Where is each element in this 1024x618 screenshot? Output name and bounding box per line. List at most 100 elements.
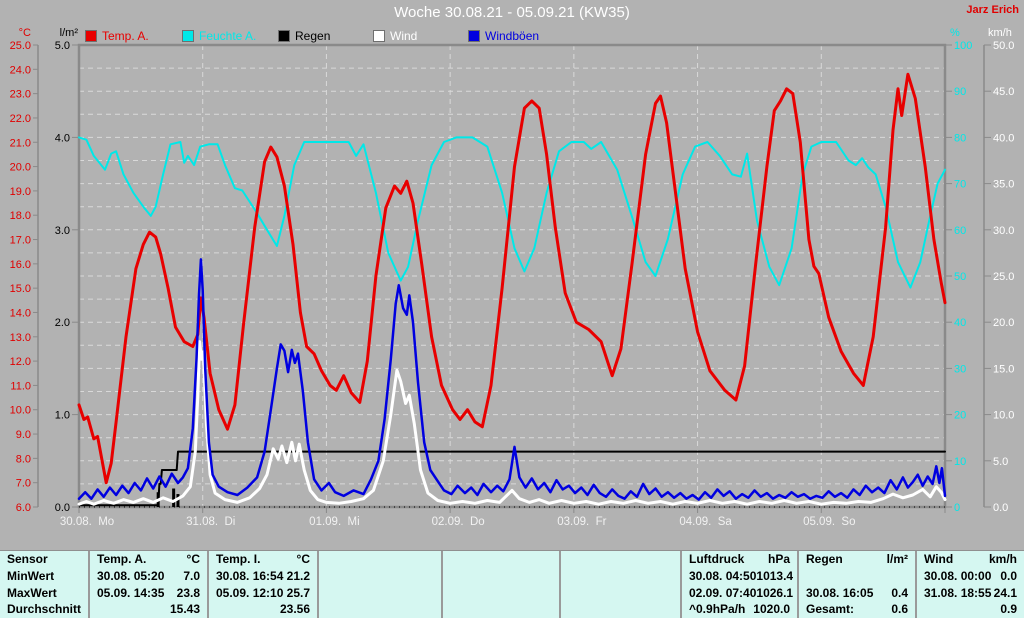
table-cell: 0.9 (917, 601, 1024, 618)
table-cell: 30.08. 05:20 7.0 (90, 568, 207, 585)
cell-value: 23.56 (279, 602, 310, 617)
cell-label: 30.08. 16:54 (216, 568, 284, 583)
cell-value: 23.8 (176, 585, 200, 600)
table-cell (561, 568, 680, 585)
cell-label: 02.09. 07:40 (689, 585, 757, 600)
svg-text:30.08. Mo: 30.08. Mo (60, 516, 114, 528)
cell-label: Wind (924, 552, 954, 566)
table-cell (319, 601, 441, 618)
svg-text:7.0: 7.0 (16, 478, 31, 490)
table-cell: 23.56 (209, 601, 317, 618)
svg-text:17.0: 17.0 (10, 235, 31, 247)
cell-value: 21.2 (286, 568, 310, 583)
svg-text:20.0: 20.0 (993, 317, 1014, 329)
cell-value: °C (186, 552, 200, 566)
svg-text:21.0: 21.0 (10, 137, 31, 149)
table-cell: Temp. I. °C (209, 551, 317, 568)
cell-value: 0.9 (1000, 602, 1017, 617)
table-column: Luftdruck hPa 30.08. 04:50 1013.4 02.09. 07:… (680, 551, 797, 618)
cell-value: km/h (988, 552, 1017, 566)
svg-text:31.08. Di: 31.08. Di (186, 516, 235, 528)
cell-label: Temp. I. (216, 552, 261, 566)
svg-text:03.09. Fr: 03.09. Fr (557, 516, 606, 528)
svg-text:5.0: 5.0 (55, 40, 70, 52)
cell-label: Temp. A. (97, 552, 147, 566)
cell-label: MaxWert (7, 585, 57, 600)
weather-app-window: Woche 30.08.21 - 05.09.21 (KW35) Jarz Er… (0, 0, 1024, 618)
svg-text:19.0: 19.0 (10, 186, 31, 198)
cell-value: hPa (767, 552, 790, 566)
table-column (317, 551, 441, 618)
svg-text:10.0: 10.0 (993, 410, 1014, 422)
cell-value: 1026.1 (756, 585, 794, 600)
table-column: Temp. A. °C 30.08. 05:20 7.0 05.09. 14:35 23.… (88, 551, 207, 618)
table-column: Wind km/h 30.08. 00:00 0.0 31.08. 18:55 24.1 0… (915, 551, 1024, 618)
table-cell: Durchschnitt (0, 601, 88, 618)
svg-text:23.0: 23.0 (10, 89, 31, 101)
cell-value: °C (296, 552, 310, 566)
table-cell (443, 585, 559, 602)
svg-text:60: 60 (954, 225, 966, 237)
svg-text:04.09. Sa: 04.09. Sa (679, 516, 732, 528)
cell-value: 7.0 (183, 568, 200, 583)
svg-text:80: 80 (954, 132, 966, 144)
cell-value: 0.0 (1000, 568, 1017, 583)
cell-label: 30.08. 04:50 (689, 568, 757, 583)
table-cell: MinWert (0, 568, 88, 585)
table-cell: 05.09. 12:10 25.7 (209, 585, 317, 602)
svg-text:8.0: 8.0 (16, 453, 31, 465)
svg-text:24.0: 24.0 (10, 64, 31, 76)
table-column (559, 551, 680, 618)
x-axis-days: 30.08. Mo 31.08. Di 01.09. Mi 02.09. Do 03.0… (60, 508, 946, 528)
table-cell (443, 551, 559, 568)
svg-text:25.0: 25.0 (993, 271, 1014, 283)
table-cell: Luftdruck hPa (682, 551, 797, 568)
cell-label: 30.08. 05:20 (97, 568, 165, 583)
cell-label: MinWert (7, 568, 55, 583)
svg-text:11.0: 11.0 (10, 380, 31, 392)
svg-text:10: 10 (954, 456, 966, 468)
svg-text:70: 70 (954, 179, 966, 191)
svg-text:1.0: 1.0 (55, 410, 70, 422)
cell-value: 0.6 (891, 602, 908, 617)
svg-text:50: 50 (954, 271, 966, 283)
table-cell: MaxWert (0, 585, 88, 602)
svg-text:30.0: 30.0 (993, 225, 1014, 237)
table-cell: 05.09. 14:35 23.8 (90, 585, 207, 602)
svg-text:90: 90 (954, 86, 966, 98)
axis-l/m²: 5.0 4.0 3.0 2.0 1.0 0.0 (55, 40, 79, 514)
cell-value: l/m² (886, 552, 908, 566)
table-cell: ^0.9hPa/h 1020.0 (682, 601, 797, 618)
table-cell: 15.43 (90, 601, 207, 618)
table-column (441, 551, 559, 618)
cell-label: Regen (806, 552, 843, 566)
svg-text:100: 100 (954, 40, 972, 52)
svg-text:30: 30 (954, 363, 966, 375)
cell-label: 31.08. 18:55 (924, 585, 992, 600)
weather-chart: 25.0 24.0 23.0 22.0 21.0 20.0 19.0 18.0 17.0 16.0… (10, 40, 1015, 528)
svg-text:40.0: 40.0 (993, 132, 1014, 144)
svg-text:12.0: 12.0 (10, 356, 31, 368)
table-cell: 31.08. 18:55 24.1 (917, 585, 1024, 602)
svg-text:15.0: 15.0 (993, 363, 1014, 375)
cell-value: 24.1 (993, 585, 1017, 600)
table-column: Regen l/m² 30.08. 16:05 0.4 Gesamt: 0.6 (797, 551, 915, 618)
cell-label: ^0.9hPa/h (689, 602, 746, 617)
cell-value: 15.43 (169, 602, 200, 617)
cell-label: Sensor (7, 552, 48, 566)
cell-value: 1020.0 (753, 602, 790, 617)
svg-text:02.09. Do: 02.09. Do (432, 516, 485, 528)
svg-text:20: 20 (954, 410, 966, 422)
table-cell: Regen l/m² (799, 551, 915, 568)
svg-text:45.0: 45.0 (993, 86, 1014, 98)
table-cell (561, 601, 680, 618)
table-cell: 30.08. 04:50 1013.4 (682, 568, 797, 585)
svg-text:22.0: 22.0 (10, 113, 31, 125)
table-cell (319, 568, 441, 585)
svg-text:0.0: 0.0 (55, 502, 70, 514)
svg-text:0: 0 (954, 502, 960, 514)
axis-%: 1009080706050403020100 (945, 40, 972, 514)
table-cell: Temp. A. °C (90, 551, 207, 568)
svg-text:10.0: 10.0 (10, 405, 31, 417)
svg-text:35.0: 35.0 (993, 179, 1014, 191)
